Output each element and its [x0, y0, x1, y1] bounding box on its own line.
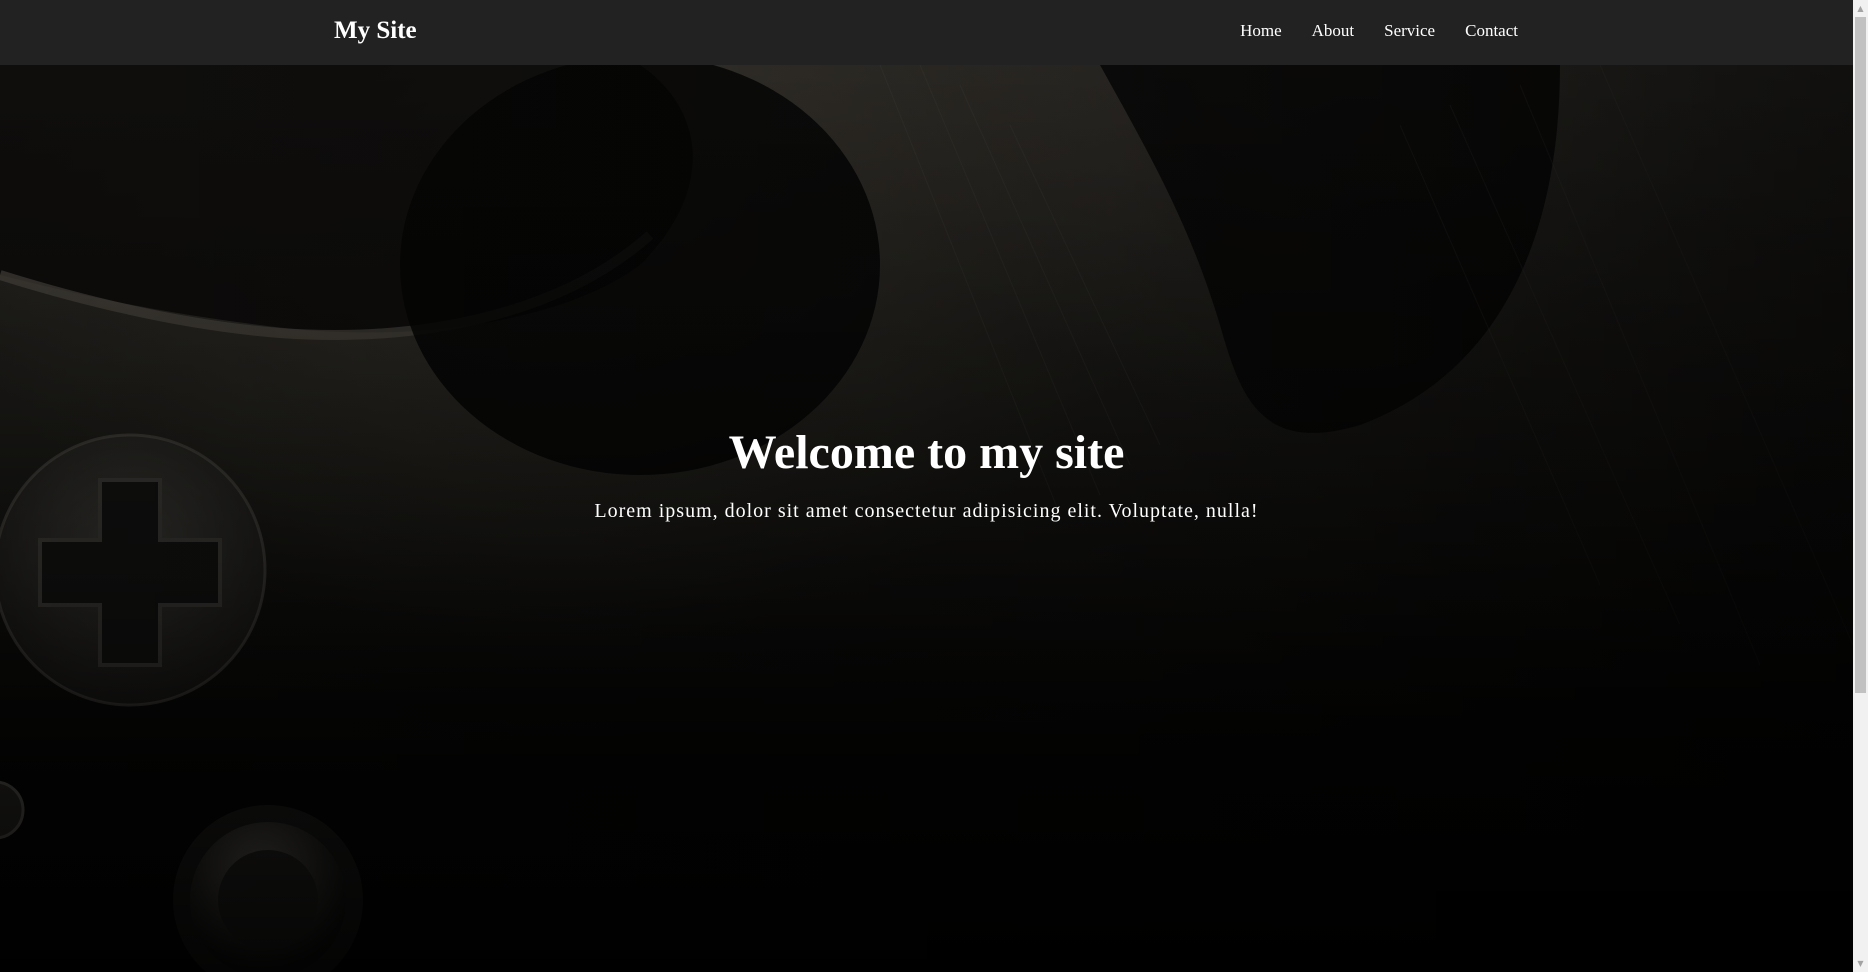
- hero-title: Welcome to my site: [728, 426, 1125, 479]
- nav-link-contact[interactable]: Contact: [1465, 19, 1518, 43]
- hero-content: Welcome to my site Lorem ipsum, dolor si…: [0, 423, 1853, 525]
- nav-links: Home About Service Contact: [1240, 19, 1518, 43]
- scrollbar-thumb[interactable]: [1855, 17, 1866, 693]
- nav-link-service[interactable]: Service: [1384, 19, 1435, 43]
- vertical-scrollbar[interactable]: ▲ ▼: [1853, 0, 1868, 972]
- nav-link-home[interactable]: Home: [1240, 19, 1282, 43]
- hero-section: Welcome to my site Lorem ipsum, dolor si…: [0, 65, 1853, 972]
- scroll-up-arrow-icon[interactable]: ▲: [1853, 0, 1868, 17]
- hero-subtitle: Lorem ipsum, dolor sit amet consectetur …: [594, 500, 1259, 522]
- page: My Site Home About Service Contact Welco…: [0, 0, 1868, 972]
- scroll-down-arrow-icon[interactable]: ▼: [1853, 955, 1868, 972]
- site-brand-link[interactable]: My Site: [334, 13, 417, 49]
- navbar: My Site Home About Service Contact: [0, 0, 1853, 65]
- nav-link-about[interactable]: About: [1312, 19, 1355, 43]
